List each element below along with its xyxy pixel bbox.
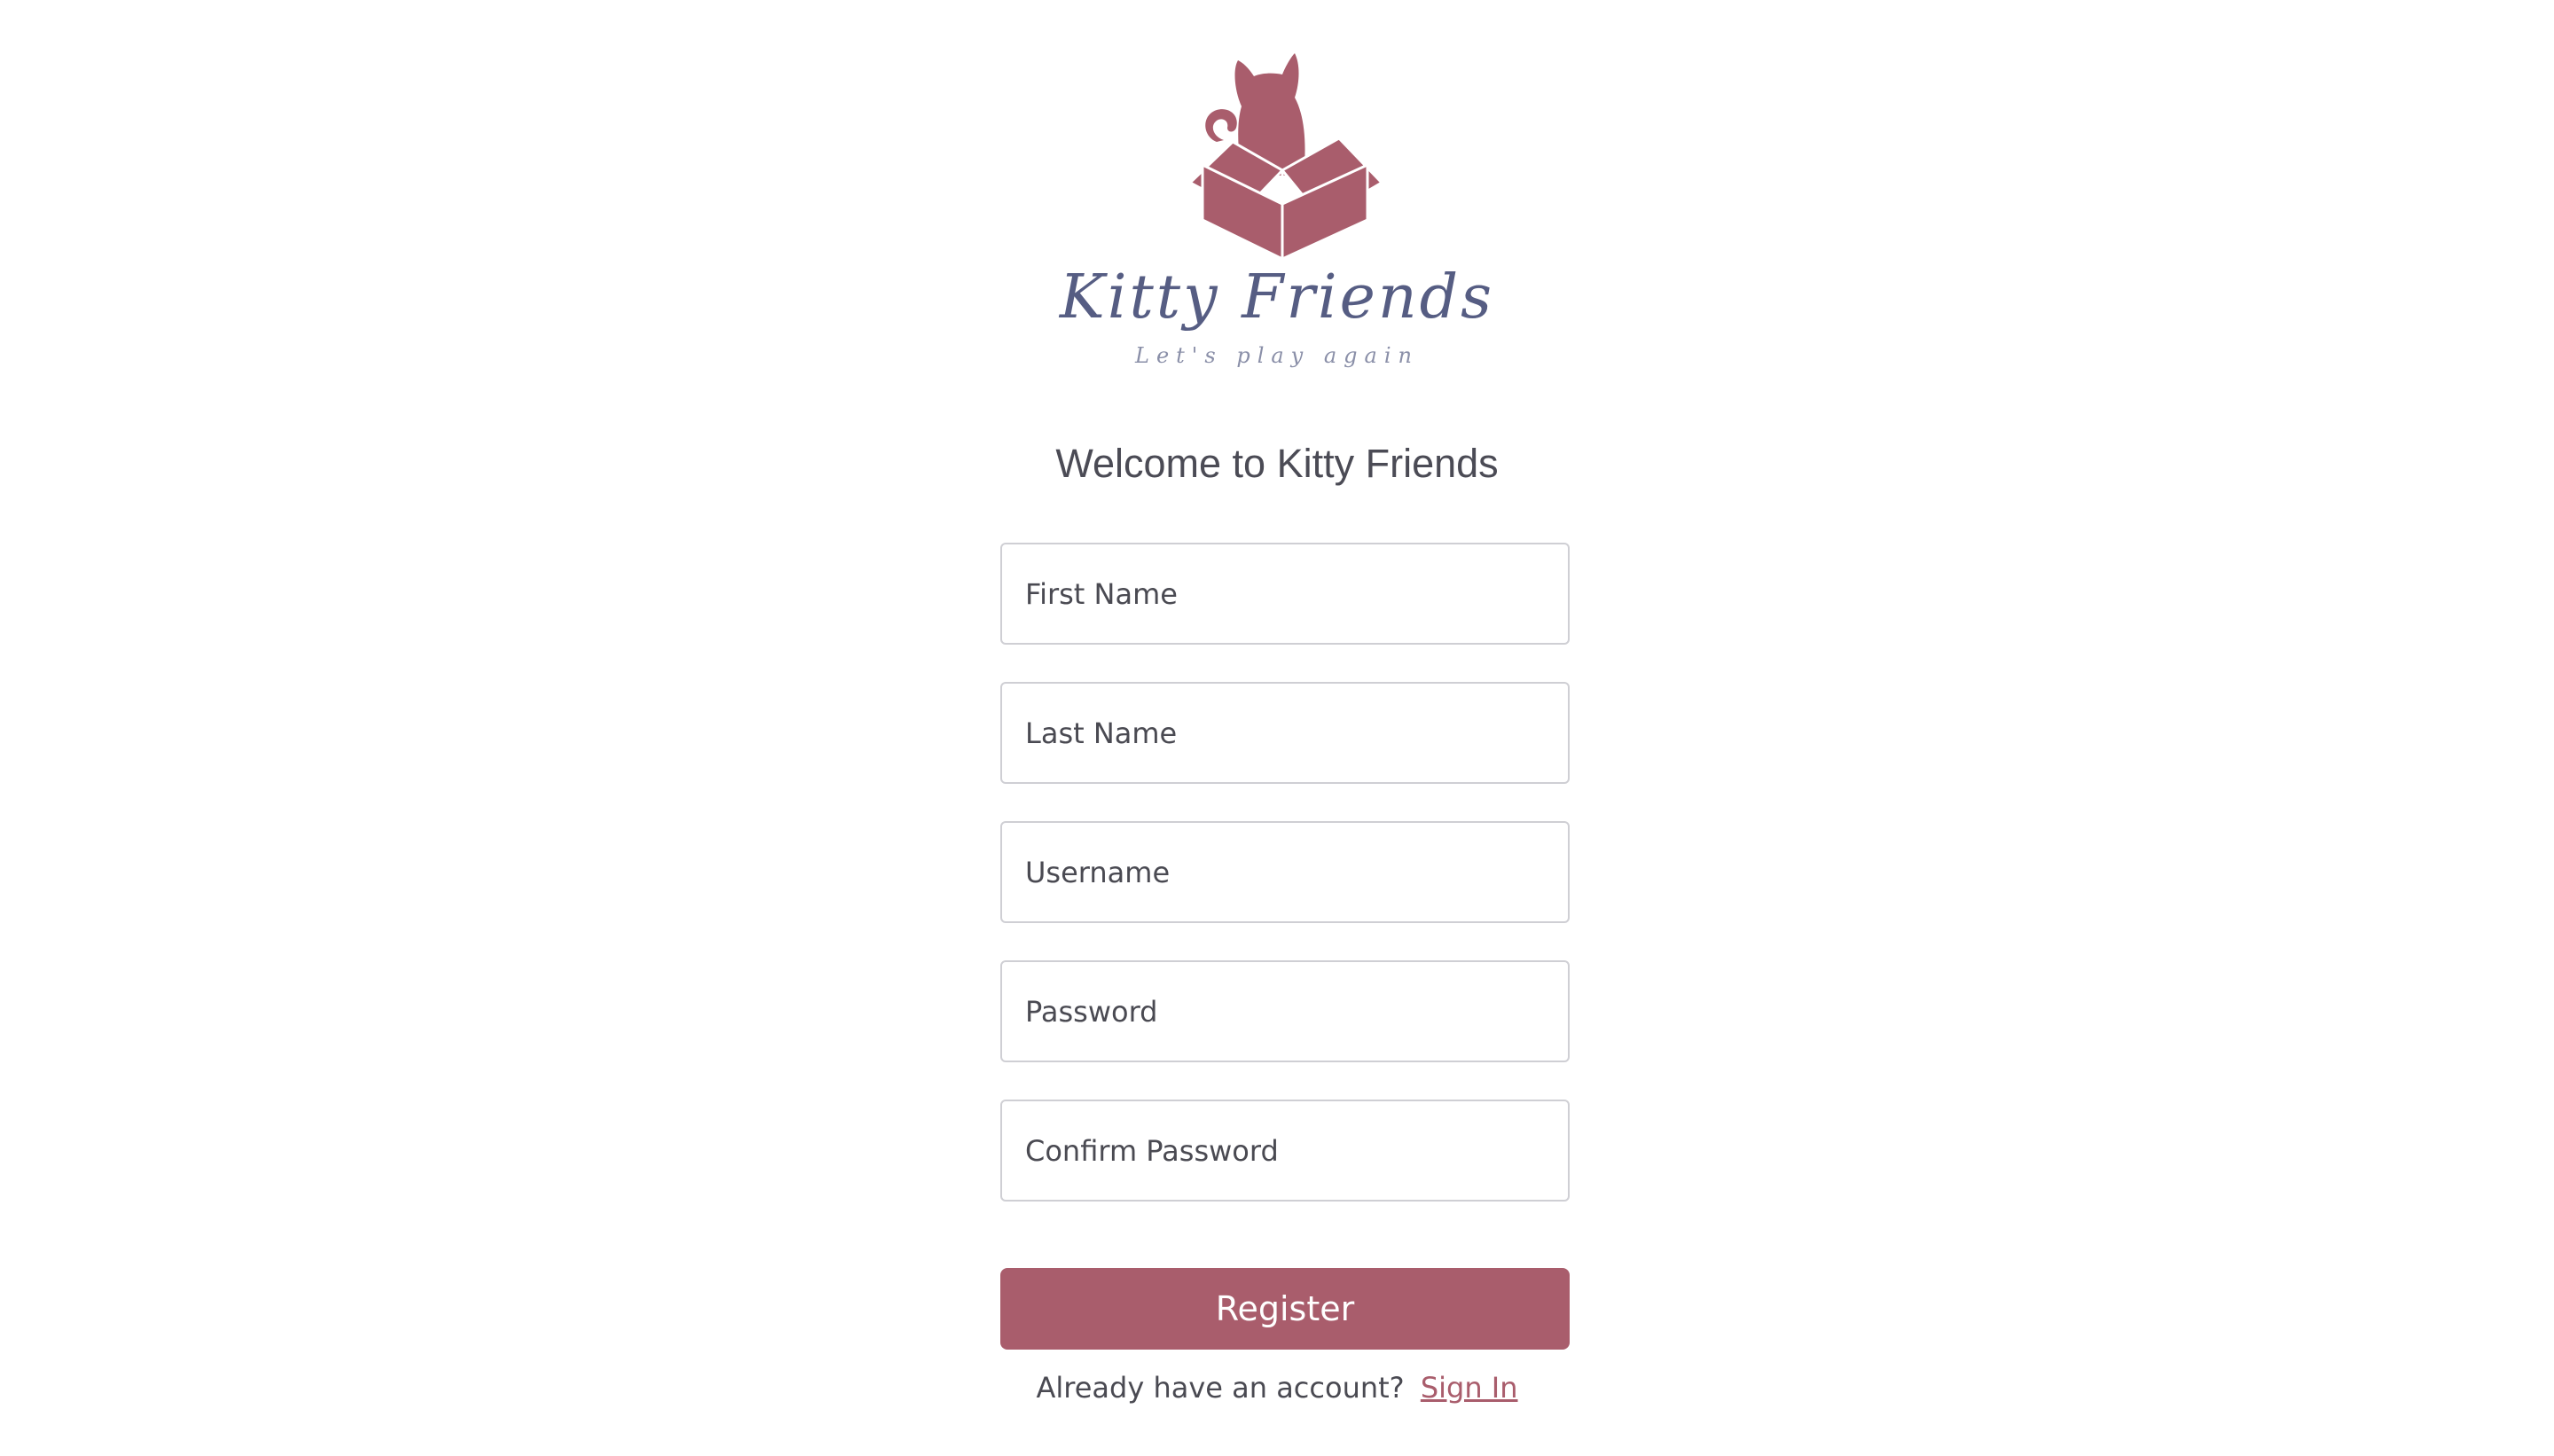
brand-logo: Kitty Friends Let's play again: [0, 0, 2554, 408]
signin-prompt-text: Already have an account?: [1036, 1371, 1405, 1405]
brand-tagline: Let's play again: [1135, 343, 1419, 368]
username-field[interactable]: [1000, 821, 1570, 923]
brand-name: Kitty Friends: [1059, 262, 1495, 333]
last-name-field[interactable]: [1000, 682, 1570, 784]
first-name-field[interactable]: [1000, 543, 1570, 645]
registration-page: Kitty Friends Let's play again Welcome t…: [0, 0, 2554, 1456]
signin-prompt: Already have an account? Sign In: [0, 1366, 2554, 1410]
password-field[interactable]: [1000, 960, 1570, 1062]
registration-form: [1000, 543, 1570, 1239]
page-title: Welcome to Kitty Friends: [1055, 441, 1499, 486]
confirm-password-field[interactable]: [1000, 1100, 1570, 1202]
register-button[interactable]: Register: [1000, 1268, 1570, 1350]
sign-in-link[interactable]: Sign In: [1421, 1371, 1518, 1405]
cat-in-box-icon: [1187, 53, 1384, 262]
